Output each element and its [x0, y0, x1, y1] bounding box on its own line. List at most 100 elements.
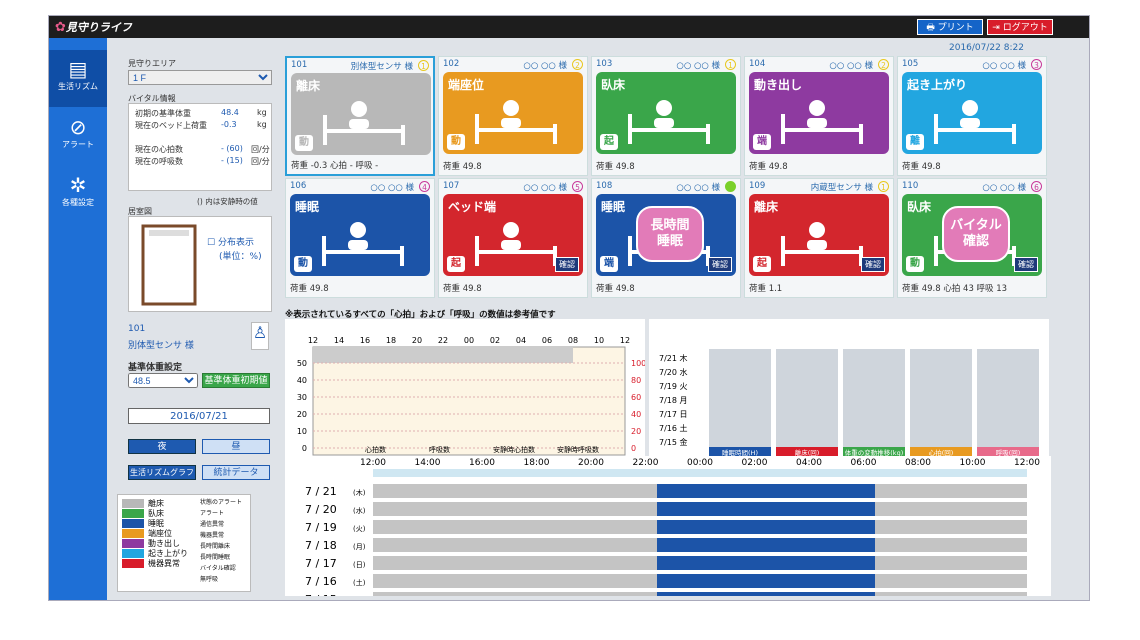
flower-icon: ✿	[55, 20, 66, 35]
legend-swatch	[122, 499, 144, 508]
left-tick-label: 30	[297, 393, 307, 402]
confirm-button[interactable]: 確認	[555, 257, 579, 272]
left-tick-label: 50	[297, 359, 307, 368]
night-button[interactable]: 夜	[128, 439, 196, 454]
hour-label: 18:00	[524, 458, 550, 468]
room-footer: 荷重 49.8	[902, 162, 941, 172]
room-card-110[interactable]: 110 ○○ ○○ 様 6 臥床動確認 バイタル 確認 荷重 49.8 心拍 43 呼吸 1…	[897, 178, 1047, 298]
timeline-weekday: (土)	[353, 578, 366, 587]
left-nav: ▤ 生活リズム ⊘ アラート ✲ 各種設定	[49, 38, 107, 600]
room-card-102[interactable]: 102 ○○ ○○ 様 2 端座位動荷重 49.8	[438, 56, 588, 176]
bed-load-label: 現在のベッド上荷重	[135, 121, 207, 130]
room-card-101[interactable]: 101 別体型センサ 様 1 離床動荷重 -0.3 心拍 - 呼吸 -	[285, 56, 435, 176]
legend-label: 端座位	[148, 529, 172, 538]
bed-person-icon	[777, 216, 867, 272]
distribution-toggle[interactable]: ☐ 分布表示	[207, 235, 254, 248]
x-tick-label: 18	[386, 336, 396, 345]
legend-label: 動き出し	[148, 539, 180, 548]
x-tick-label: 00	[464, 336, 474, 345]
alert-count-badge: 2	[878, 59, 889, 70]
hour-label: 12:00	[360, 458, 386, 468]
baseline-reset-button[interactable]: 基準体重初期値	[202, 373, 270, 388]
mode-badge: 端	[753, 134, 771, 150]
timeline-date: 7 / 17	[305, 557, 337, 570]
room-card-105[interactable]: 105 ○○ ○○ 様 3 起き上がり離荷重 49.8	[897, 56, 1047, 176]
selected-room-no: 101	[128, 324, 146, 334]
room-number: 101	[291, 60, 308, 70]
x-tick-label: 14	[334, 336, 344, 345]
app-window: ✿見守りライフ 🖶 プリント ⇥ ログアウト 2016/07/22 8:22 ▤…	[48, 15, 1090, 601]
confirm-button[interactable]: 確認	[708, 257, 732, 272]
area-select[interactable]: 1 F	[128, 70, 272, 85]
hour-label: 00:00	[687, 458, 713, 468]
mode-badge: 離	[906, 134, 924, 150]
legend-item: 動き出し	[122, 538, 180, 548]
timeline-weekday: (木)	[353, 488, 366, 497]
room-footer: 荷重 49.8	[596, 162, 635, 172]
baseline-select[interactable]: 48.5	[128, 373, 198, 388]
room-card-103[interactable]: 103 ○○ ○○ 様 1 臥床起荷重 49.8	[591, 56, 741, 176]
confirm-button[interactable]: 確認	[861, 257, 885, 272]
rhythm-graph-button[interactable]: 生活リズムグラフ	[128, 465, 196, 480]
timeline-date: 7 / 16	[305, 575, 337, 588]
mode-badge: 動	[906, 256, 924, 272]
x-tick-label: 06	[542, 336, 552, 345]
room-number: 108	[596, 181, 613, 191]
resident-name: ○○ ○○ 様	[676, 183, 720, 193]
stats-button[interactable]: 統計データ	[202, 465, 270, 480]
legend-label: 臥床	[148, 509, 164, 518]
state-label: 起き上がり	[907, 78, 968, 92]
header-band	[313, 347, 573, 363]
baseline-label: 基準体重設定	[128, 363, 183, 373]
summary-date: 7/18 月	[659, 396, 688, 405]
state-label: 離床	[754, 200, 779, 214]
resident-name: ○○ ○○ 様	[829, 61, 873, 71]
room-card-108[interactable]: 108 ○○ ○○ 様睡眠端確認 長時間 睡眠 荷重 49.8	[591, 178, 741, 298]
resident-name: ○○ ○○ 様	[523, 61, 567, 71]
nav-settings[interactable]: ✲ 各種設定	[49, 166, 107, 223]
nav-alert[interactable]: ⊘ アラート	[49, 108, 107, 165]
hour-label: 06:00	[851, 458, 877, 468]
summary-column	[843, 349, 905, 447]
nav-life-rhythm[interactable]: ▤ 生活リズム	[49, 50, 107, 107]
room-header: 102 ○○ ○○ 様 2	[443, 59, 583, 71]
legend-swatch	[122, 559, 144, 568]
legend-label: 離床	[148, 499, 164, 508]
state-panel: 離床起 確認	[749, 194, 889, 276]
date-field[interactable]: 2016/07/21	[128, 408, 270, 424]
app-title: 見守りライフ	[65, 21, 132, 34]
room-header: 110 ○○ ○○ 様 6	[902, 181, 1042, 193]
right-tick-label: 80	[631, 376, 641, 385]
room-card-104[interactable]: 104 ○○ ○○ 様 2 動き出し端荷重 49.8	[744, 56, 894, 176]
room-header: 105 ○○ ○○ 様 3	[902, 59, 1042, 71]
confirm-button[interactable]: 確認	[1014, 257, 1038, 272]
room-number: 110	[902, 181, 919, 191]
area-label: 見守りエリア	[128, 59, 176, 68]
resident-name: ○○ ○○ 様	[523, 183, 567, 193]
state-label: 臥床	[601, 78, 626, 92]
sleep-segment	[657, 502, 875, 516]
left-tick-label: 0	[302, 444, 307, 453]
info-panel: 見守りエリア 1 F バイタル情報 初期の基準体重 48.4 kg 現在のベッド上荷…	[111, 56, 277, 601]
legend-label: 起き上がり	[148, 549, 188, 558]
legend-swatch	[122, 549, 144, 558]
left-tick-label: 10	[297, 427, 307, 436]
room-footer: 荷重 49.8 心拍 43 呼吸 13	[902, 284, 1008, 294]
room-header: 106 ○○ ○○ 様 4	[290, 181, 430, 193]
state-label: 端座位	[448, 78, 485, 92]
room-header: 103 ○○ ○○ 様 1	[596, 59, 736, 71]
legend-item: 端座位	[122, 528, 172, 538]
room-card-107[interactable]: 107 ○○ ○○ 様 5 ベッド端起 確認 荷重 49.8	[438, 178, 588, 298]
alert-count-badge: 6	[1031, 181, 1042, 192]
room-number: 107	[443, 181, 460, 191]
room-card-109[interactable]: 109 内蔵型センサ 様 1 離床起 確認 荷重 1.1	[744, 178, 894, 298]
room-number: 106	[290, 181, 307, 191]
alert-legend-item: 無呼吸	[200, 576, 219, 583]
nav-label: アラート	[62, 140, 94, 149]
logout-button[interactable]: ⇥ ログアウト	[987, 19, 1053, 35]
alert-legend-item: 長時間睡眠	[200, 554, 231, 561]
print-button[interactable]: 🖶 プリント	[917, 19, 983, 35]
day-button[interactable]: 昼	[202, 439, 270, 454]
room-header: 101 別体型センサ 様 1	[291, 60, 429, 72]
room-card-106[interactable]: 106 ○○ ○○ 様 4 睡眠動荷重 49.8	[285, 178, 435, 298]
